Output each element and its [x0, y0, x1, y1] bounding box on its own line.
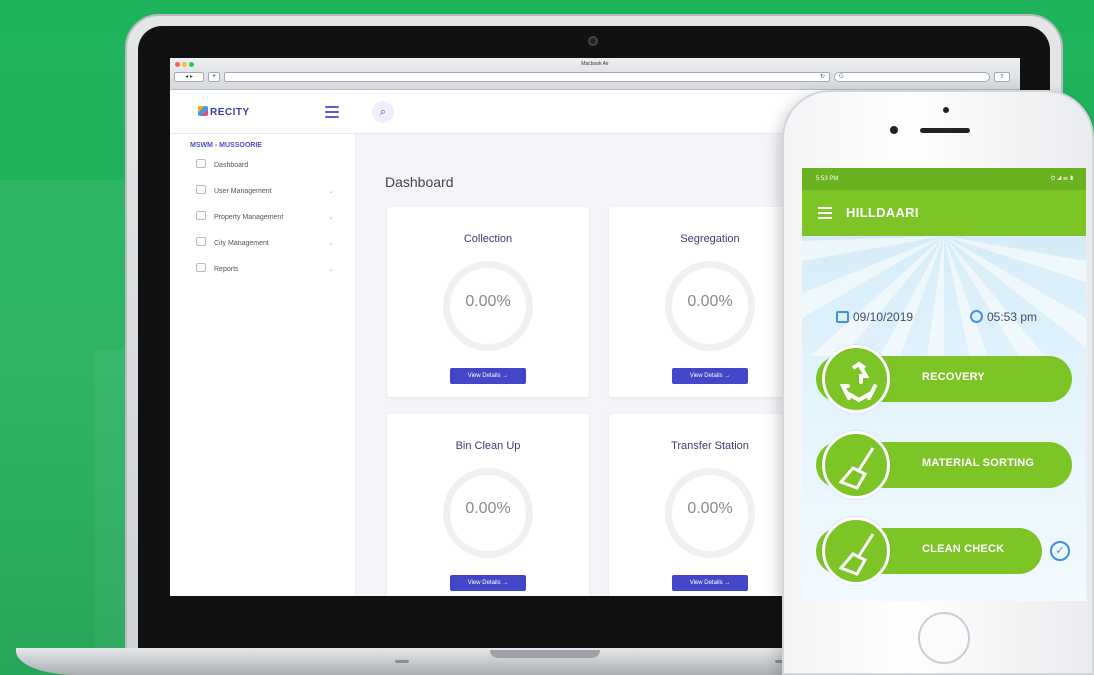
logo-text: RECITY: [210, 107, 250, 118]
action-label: MATERIAL SORTING: [922, 457, 1035, 469]
address-bar[interactable]: ↻: [224, 72, 830, 82]
menu-icon[interactable]: [818, 207, 832, 219]
laptop-notch: [490, 650, 600, 658]
new-tab-button[interactable]: +: [208, 72, 220, 82]
broom-icon: [822, 431, 890, 499]
action-label: RECOVERY: [922, 371, 985, 383]
browser-toolbar: Macbook Air ◂ ▸ + ↻ G ⇧: [170, 58, 1020, 90]
progress-value: 0.00%: [687, 293, 733, 310]
phone-speaker: [920, 128, 970, 133]
calendar-icon: [836, 311, 849, 323]
browser-search-field[interactable]: G: [834, 72, 990, 82]
progress-value: 0.00%: [687, 500, 733, 517]
phone-app-bar: HILLDAARI: [802, 190, 1086, 236]
logo-icon: [198, 106, 208, 116]
view-details-button[interactable]: View Details →: [672, 575, 748, 591]
phone-front-camera: [890, 126, 898, 134]
card-title: Transfer Station: [671, 440, 749, 452]
sidebar-item-property-management[interactable]: Property Management ⌄: [196, 211, 336, 225]
sidebar-item-dashboard[interactable]: Dashboard: [196, 159, 336, 173]
sidebar-item-label: User Management: [214, 188, 272, 195]
progress-value: 0.00%: [465, 500, 511, 517]
status-icons: ⏱ ◢ ☰ ▮: [1050, 176, 1074, 182]
page-title: Dashboard: [385, 174, 454, 190]
org-label: MSWM - MUSSOORIE: [190, 142, 262, 149]
sidebar-item-label: Dashboard: [214, 162, 249, 169]
sidebar-item-reports[interactable]: Reports ⌄: [196, 263, 336, 277]
dashboard-icon: [196, 159, 206, 168]
status-time: 5:53 PM: [816, 176, 839, 182]
stat-card-collection: Collection 0.00% View Details →: [387, 207, 589, 397]
card-title: Bin Clean Up: [455, 440, 521, 452]
users-icon: [196, 185, 206, 194]
phone-status-bar: 5:53 PM ⏱ ◢ ☰ ▮: [802, 168, 1086, 190]
sunburst-background: [802, 236, 1086, 356]
laptop-foot: [395, 660, 409, 663]
chevron-down-icon: ⌄: [328, 266, 334, 273]
sidebar-item-label: City Management: [214, 240, 269, 247]
stat-card-bin-clean-up: Bin Clean Up 0.00% View Details →: [387, 414, 589, 596]
date-value: 09/10/2019: [853, 310, 914, 324]
property-icon: [196, 211, 206, 220]
share-button[interactable]: ⇧: [994, 72, 1010, 82]
view-details-button[interactable]: View Details →: [672, 368, 748, 384]
clock-icon: [970, 310, 983, 323]
city-icon: [196, 237, 206, 246]
broom-icon: [822, 517, 890, 585]
laptop-camera: [588, 36, 598, 46]
menu-toggle-icon[interactable]: [325, 106, 339, 118]
stat-card-segregation: Segregation 0.00% View Details →: [609, 207, 811, 397]
reports-icon: [196, 263, 206, 272]
app-title: HILLDAARI: [846, 205, 919, 220]
time-value: 05:53 pm: [987, 310, 1038, 324]
time-display: 05:53 pm: [970, 310, 1037, 324]
phone-screen: 5:53 PM ⏱ ◢ ☰ ▮ HILLDAARI 09/10/2019 05:…: [802, 168, 1086, 601]
check-circle-icon: ✓: [1050, 541, 1070, 561]
action-label: CLEAN CHECK: [922, 543, 1005, 555]
chevron-down-icon: ⌄: [328, 214, 334, 221]
sidebar-item-label: Reports: [214, 266, 239, 273]
back-forward-buttons[interactable]: ◂ ▸: [174, 72, 204, 82]
phone-home-button[interactable]: [918, 612, 970, 664]
progress-value: 0.00%: [465, 293, 511, 310]
card-title: Collection: [463, 233, 513, 245]
sidebar-item-user-management[interactable]: User Management ⌄: [196, 185, 336, 199]
recycle-icon: [822, 345, 890, 413]
reload-icon[interactable]: ↻: [820, 73, 825, 81]
view-details-button[interactable]: View Details →: [450, 575, 526, 591]
sidebar-item-label: Property Management: [214, 214, 284, 221]
sidebar: MSWM - MUSSOORIE Dashboard User Manageme…: [170, 134, 356, 596]
view-details-button[interactable]: View Details →: [450, 368, 526, 384]
sidebar-item-city-management[interactable]: City Management ⌄: [196, 237, 336, 251]
chevron-down-icon: ⌄: [328, 188, 334, 195]
stat-card-transfer-station: Transfer Station 0.00% View Details →: [609, 414, 811, 596]
chevron-down-icon: ⌄: [328, 240, 334, 247]
recity-logo[interactable]: RECITY: [198, 106, 250, 118]
window-title: Macbook Air: [581, 61, 609, 67]
search-icon[interactable]: ⌕: [372, 101, 394, 123]
date-display: 09/10/2019: [836, 310, 913, 324]
card-title: Segregation: [680, 233, 740, 245]
phone-sensor: [943, 107, 949, 113]
